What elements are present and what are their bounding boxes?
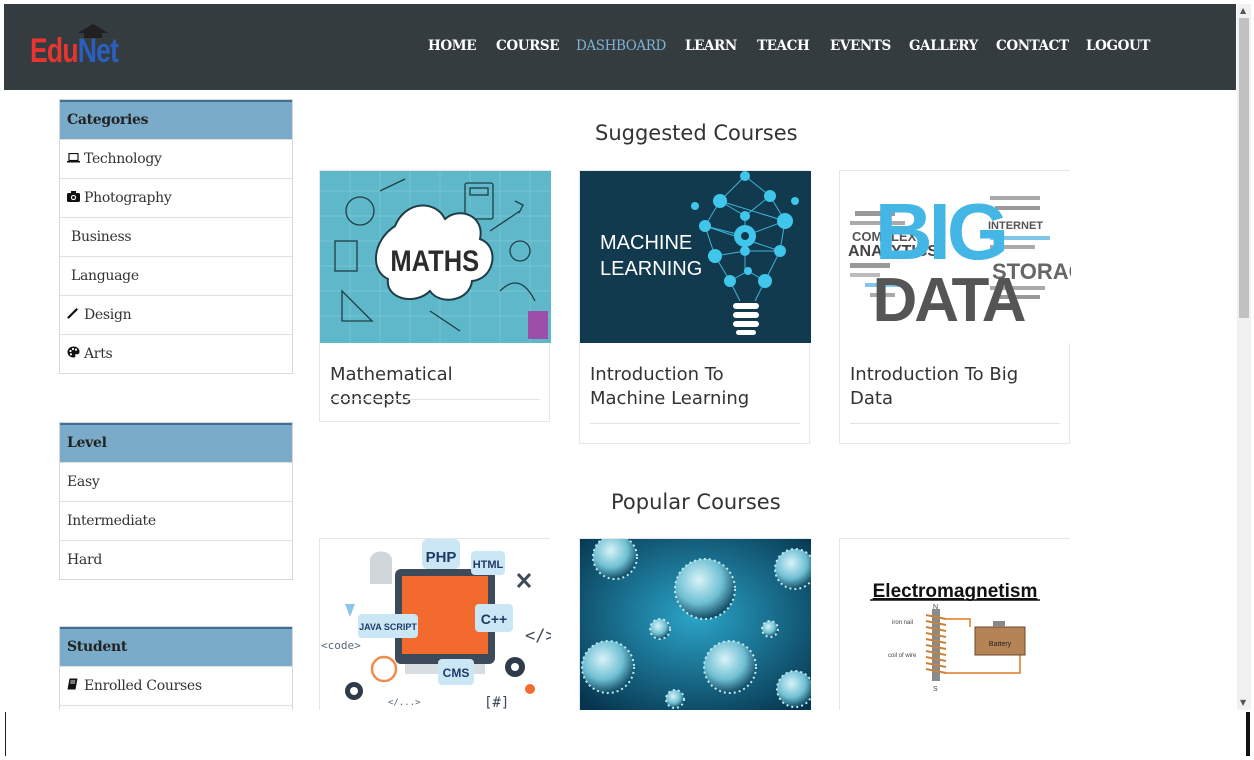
north-pole-label: N xyxy=(933,604,938,611)
magic-wand-icon xyxy=(67,307,81,322)
course-title: Mathematical concepts xyxy=(330,364,453,409)
category-design[interactable]: Design xyxy=(60,295,292,334)
ml-image-text-2: LEARNING xyxy=(600,258,702,280)
course-card-big-data[interactable]: COMPLEX ANALYTICS INTERNET STORAGE BIG D… xyxy=(839,170,1071,444)
card-divider xyxy=(330,399,540,400)
maths-image-text: MATHS xyxy=(390,244,479,277)
palette-icon xyxy=(67,346,81,361)
tag-php: PHP xyxy=(426,549,457,566)
categories-heading: Categories xyxy=(60,100,292,139)
category-photography[interactable]: Photography xyxy=(60,178,292,217)
course-title: Introduction To Big Data xyxy=(850,364,1019,409)
student-panel: Student Enrolled Courses xyxy=(59,626,293,712)
tag-hash: [#] xyxy=(484,695,509,711)
course-card-maths[interactable]: MATHS Mathematical concepts xyxy=(319,170,551,422)
window-edge-left xyxy=(5,712,6,756)
level-panel: Level Easy Intermediate Hard xyxy=(59,422,293,580)
scroll-up-arrow-icon[interactable]: ▲ xyxy=(1240,6,1246,15)
category-label: Arts xyxy=(84,346,113,362)
electromagnetism-image-text: Electromagnetism xyxy=(873,581,1038,602)
brand-wordmark: EduNet xyxy=(30,32,119,71)
nav-learn[interactable]: LEARN xyxy=(685,38,737,54)
tag-closing-bracket: </> xyxy=(525,626,551,646)
ml-image-text-1: MACHINE xyxy=(600,232,692,254)
category-language[interactable]: Language xyxy=(60,256,292,295)
student-heading: Student xyxy=(60,627,292,666)
window-edge-right xyxy=(1246,712,1250,756)
category-label: Language xyxy=(71,268,139,284)
course-thumbnail-virus xyxy=(580,539,811,711)
nav-contact[interactable]: CONTACT xyxy=(996,38,1069,54)
tag-ellipsis: </...> xyxy=(388,698,421,708)
tag-code: <code> xyxy=(321,639,361,652)
south-pole-label: S xyxy=(933,686,938,693)
category-label: Design xyxy=(84,307,132,323)
book-icon xyxy=(67,678,81,693)
top-navbar: EduNet HOME COURSE DASHBOARD LEARN TEACH… xyxy=(4,4,1236,90)
camera-icon xyxy=(67,191,81,205)
level-heading: Level xyxy=(60,423,292,462)
course-card-machine-learning[interactable]: MACHINE LEARNING Introduction To Machine… xyxy=(579,170,811,444)
page-bottom-area xyxy=(0,710,1254,760)
course-thumbnail-big-data: COMPLEX ANALYTICS INTERNET STORAGE BIG D… xyxy=(840,171,1071,343)
card-divider xyxy=(590,423,800,424)
student-enrolled-courses[interactable]: Enrolled Courses xyxy=(60,666,292,705)
page-scrollbar[interactable]: ▲ ▼ xyxy=(1237,4,1251,710)
course-card-virus[interactable] xyxy=(579,538,811,711)
level-intermediate[interactable]: Intermediate xyxy=(60,501,292,540)
course-card-programming[interactable]: PHP HTML JAVA SCRIPT C++ CMS <code> </> … xyxy=(319,538,551,711)
scroll-thumb[interactable] xyxy=(1239,18,1249,318)
course-title: Introduction To Machine Learning xyxy=(590,364,750,409)
level-easy[interactable]: Easy xyxy=(60,462,292,501)
brand-part-net: Net xyxy=(77,32,119,70)
battery-label: Battery xyxy=(989,641,1012,648)
categories-panel: Categories Technology Photography Busine… xyxy=(59,99,293,374)
category-technology[interactable]: Technology xyxy=(60,139,292,178)
nav-logout[interactable]: LOGOUT xyxy=(1086,38,1150,54)
course-card-electromagnetism[interactable]: Electromagnetism Battery iron nail coil … xyxy=(839,538,1071,711)
brand-part-edu: Edu xyxy=(30,32,79,70)
tag-javascript: JAVA SCRIPT xyxy=(359,622,417,632)
nav-gallery[interactable]: GALLERY xyxy=(909,38,978,54)
scroll-down-arrow-icon[interactable]: ▼ xyxy=(1240,698,1246,707)
card-divider xyxy=(850,423,1060,424)
suggested-courses-heading: Suggested Courses xyxy=(595,121,798,145)
course-thumbnail-electromagnetism: Electromagnetism Battery iron nail coil … xyxy=(840,539,1071,711)
popular-courses-heading: Popular Courses xyxy=(611,490,781,514)
nav-home[interactable]: HOME xyxy=(428,38,477,54)
iron-nail-label: iron nail xyxy=(892,620,913,626)
nav-events[interactable]: EVENTS xyxy=(830,38,891,54)
big-data-image-text-2: DATA xyxy=(873,266,1026,335)
category-label: Photography xyxy=(84,190,172,206)
laptop-icon xyxy=(67,152,81,166)
course-thumbnail-programming: PHP HTML JAVA SCRIPT C++ CMS <code> </> … xyxy=(320,539,551,711)
course-thumbnail-machine-learning: MACHINE LEARNING xyxy=(580,171,811,343)
category-business[interactable]: Business xyxy=(60,217,292,256)
big-data-image-text-1: BIG xyxy=(875,187,1005,276)
category-label: Technology xyxy=(84,151,162,167)
nav-teach[interactable]: TEACH xyxy=(757,38,810,54)
category-arts[interactable]: Arts xyxy=(60,334,292,373)
coil-label: coil of wire xyxy=(888,653,917,659)
tag-html: HTML xyxy=(473,559,504,571)
tag-cpp: C++ xyxy=(481,611,507,627)
category-label: Business xyxy=(71,229,132,245)
tag-cms: CMS xyxy=(443,666,470,680)
student-item-label: Enrolled Courses xyxy=(84,678,202,694)
nav-dashboard[interactable]: DASHBOARD xyxy=(576,38,666,54)
nav-course[interactable]: COURSE xyxy=(496,38,560,54)
course-thumbnail-maths: MATHS xyxy=(320,171,551,343)
level-hard[interactable]: Hard xyxy=(60,540,292,579)
